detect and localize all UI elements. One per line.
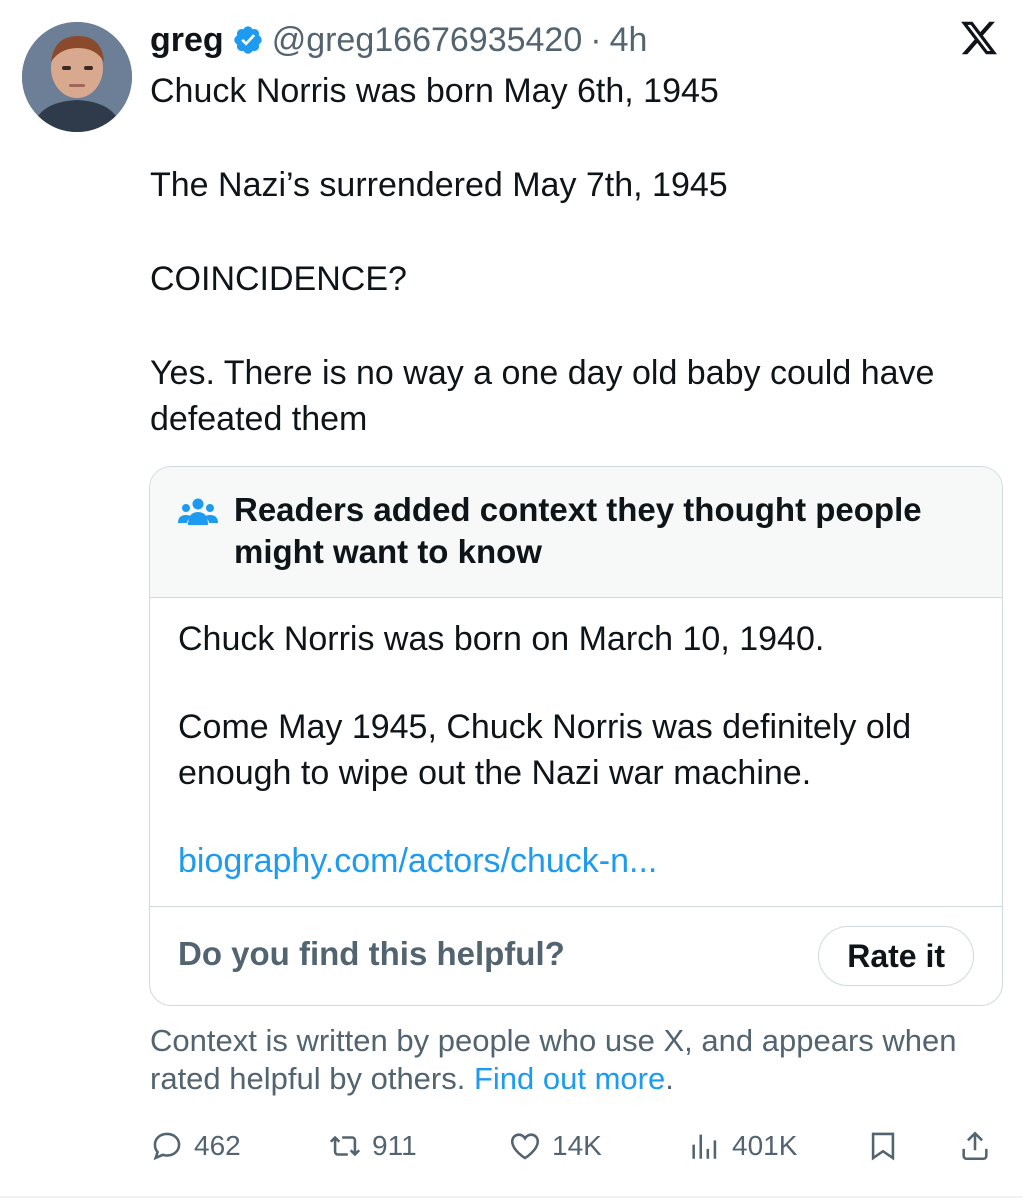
rate-it-button[interactable]: Rate it [818,926,974,986]
tweet-line: COINCIDENCE? [150,260,407,298]
avatar[interactable] [22,22,132,132]
reply-icon [153,1132,181,1161]
separator-dot: · [590,21,602,59]
tweet-text: Chuck Norris was born May 6th, 1945 The … [150,68,1010,442]
find-out-more-link[interactable]: Find out more [474,1061,665,1096]
timestamp[interactable]: 4h [610,18,648,62]
author-name[interactable]: greg [150,18,224,62]
people-icon [178,498,218,525]
divider [0,1196,1023,1198]
tweet-line: The Nazi’s surrendered May 7th, 1945 [150,166,728,204]
like-count: 14K [552,1130,602,1161]
action-bar: 462 911 14K 401K [150,1122,1000,1170]
bookmark-button[interactable] [866,1122,900,1170]
reply-button[interactable]: 462 [150,1122,241,1170]
share-button[interactable] [958,1122,992,1170]
community-note-footer: Do you find this helpful? Rate it [150,907,1002,1005]
community-note: Readers added context they thought peopl… [149,466,1003,1006]
helpful-question: Do you find this helpful? [178,935,565,972]
community-note-header: Readers added context they thought peopl… [150,467,1002,598]
note-text: Come May 1945, Chuck Norris was definite… [178,708,912,792]
repost-icon [329,1135,361,1157]
author-handle[interactable]: @greg16676935420 [272,18,583,62]
community-note-body: Chuck Norris was born on March 10, 1940.… [150,598,1002,907]
bookmark-icon [871,1132,895,1161]
tweet-header: greg @greg16676935420 · 4h [150,18,647,62]
views-button[interactable]: 401K [688,1122,797,1170]
views-count: 401K [732,1130,798,1161]
verified-badge-icon [234,26,262,54]
repost-count: 911 [372,1130,417,1161]
like-button[interactable]: 14K [508,1122,602,1170]
reply-count: 462 [194,1130,241,1161]
note-text: Chuck Norris was born on March 10, 1940. [178,620,825,658]
repost-button[interactable]: 911 [328,1122,417,1170]
context-trail: . [665,1061,674,1096]
note-source-link[interactable]: biography.com/actors/chuck-n... [178,838,974,884]
tweet: greg @greg16676935420 · 4h Chuck Norris … [0,0,1023,1200]
context-footnote: Context is written by people who use X, … [150,1022,990,1098]
share-icon [962,1131,988,1161]
tweet-line: Chuck Norris was born May 6th, 1945 [150,72,719,110]
community-note-title: Readers added context they thought peopl… [234,491,922,570]
views-icon [692,1134,717,1159]
like-icon [510,1133,540,1160]
x-logo-icon[interactable] [959,18,999,58]
tweet-line: Yes. There is no way a one day old baby … [150,354,935,438]
